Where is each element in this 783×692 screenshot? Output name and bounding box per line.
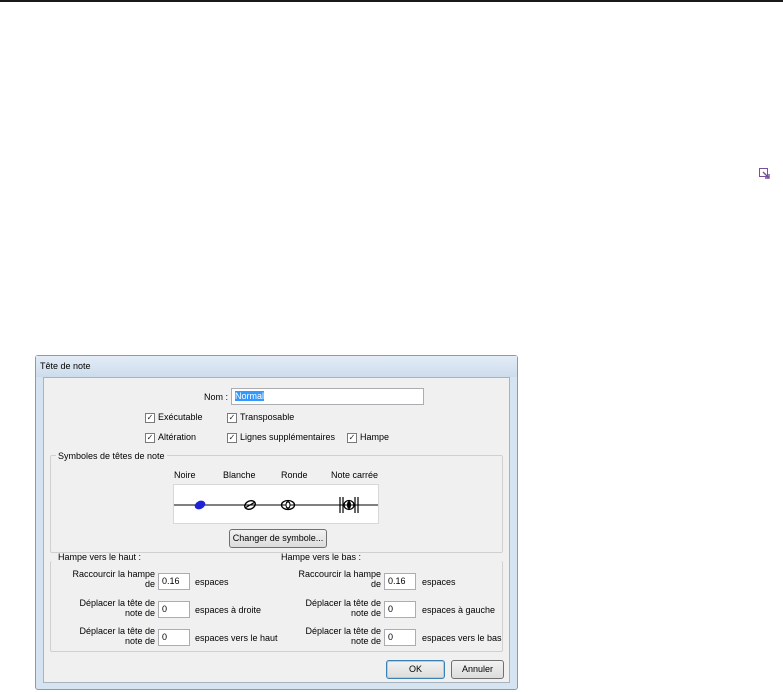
name-value: Normal [235,391,265,401]
quarter-notehead-icon[interactable] [193,499,206,511]
name-label: Nom : [203,392,228,402]
cancel-button[interactable]: Annuler [451,660,504,679]
dialog-title: Tête de note [40,361,91,371]
stem-checkbox[interactable]: ✓ [347,433,357,443]
stem-label: Hampe [360,432,390,442]
dialog-titlebar[interactable]: Tête de note [36,356,517,377]
column-whole: Ronde [281,470,308,480]
ok-button[interactable]: OK [386,660,445,679]
column-quarter: Noire [174,470,196,480]
ledger-lines-label: Lignes supplémentaires [240,432,336,442]
alteration-checkbox[interactable]: ✓ [145,433,155,443]
transposable-label: Transposable [240,412,295,422]
executable-checkbox[interactable]: ✓ [145,413,155,423]
notehead-preview[interactable] [173,484,379,524]
column-half: Blanche [223,470,256,480]
name-input[interactable]: Normal [231,388,424,405]
half-notehead-icon[interactable] [243,499,256,511]
column-square: Note carrée [331,470,379,480]
stem-settings-group [50,561,503,652]
notehead-preview-svg [174,497,378,513]
executable-label: Exécutable [158,412,203,422]
ledger-lines-checkbox[interactable]: ✓ [227,433,237,443]
change-symbol-button[interactable]: Changer de symbole... [229,529,327,548]
expand-arrow-icon[interactable] [756,166,774,182]
top-border-line [0,0,783,2]
square-notehead-icon[interactable] [339,497,359,513]
symbols-group-label: Symboles de têtes de note [56,451,167,461]
transposable-checkbox[interactable]: ✓ [227,413,237,423]
notehead-dialog: Tête de note Nom : Normal ✓ Exécutable ✓… [35,355,518,690]
dialog-body: Nom : Normal ✓ Exécutable ✓ Transposable… [43,377,510,683]
alteration-label: Altération [158,432,197,442]
